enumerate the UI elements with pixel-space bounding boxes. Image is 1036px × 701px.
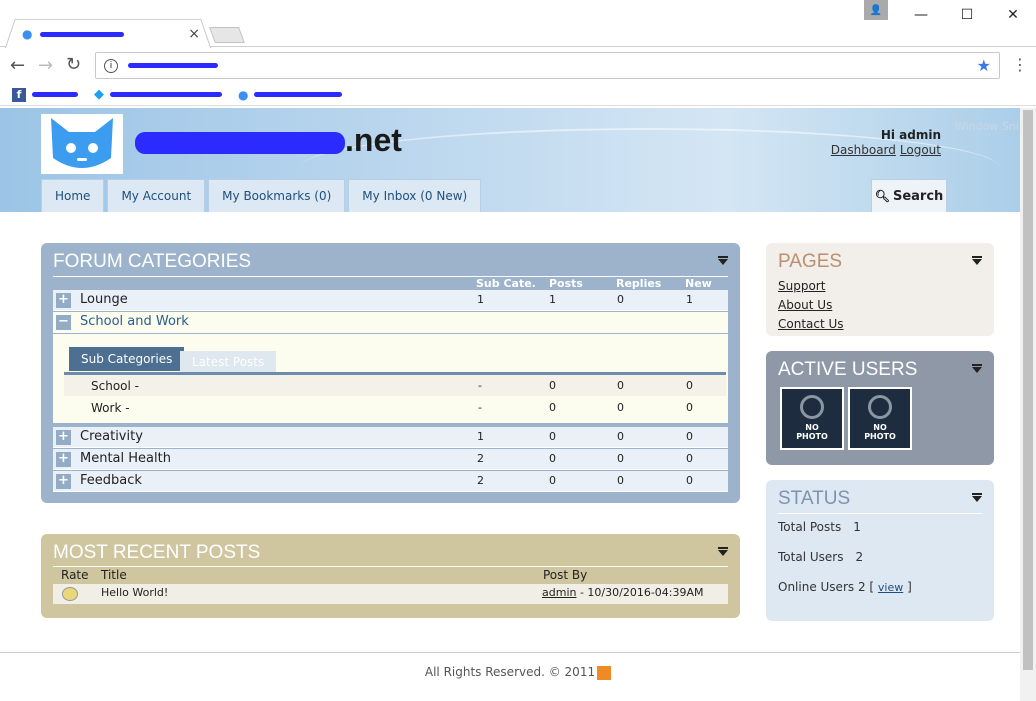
subcategory-row[interactable]: School --000 [64,375,726,396]
expand-icon[interactable]: + [56,452,71,467]
collapse-icon[interactable] [972,493,982,502]
main-nav: Home My Account My Bookmarks (0) My Inbo… [41,179,482,212]
star-icon[interactable]: ★ [977,56,991,75]
dashboard-link[interactable]: Dashboard [831,143,896,157]
cat-logo-icon [51,118,113,168]
forward-icon[interactable]: → [38,55,53,76]
forum-header-row: Sub Cate. Posts Replies New [53,276,728,290]
recent-posts-panel: MOST RECENT POSTS Rate Title Post By Hello… [41,534,740,618]
collapse-icon[interactable] [972,364,982,373]
about-us-link[interactable]: About Us [778,296,994,315]
search-tab[interactable]: 🔍︎ Search [871,179,947,212]
menu-icon[interactable]: ⋮ [1012,55,1028,74]
user-avatar[interactable]: NO PHOTO [780,387,844,450]
copyright-text: All Rights Reserved. © 2011 [424,665,596,679]
tab-home[interactable]: Home [41,179,105,212]
bookmarks-bar: f ◆ ● [0,84,1036,106]
subcategory-row[interactable]: Work --000 [64,397,726,418]
tab-my-bookmarks[interactable]: My Bookmarks (0) [208,179,346,212]
forum-title: FORUM CATEGORIES [53,251,252,272]
pages-title: PAGES [778,251,843,272]
cat-favicon-icon: ● [22,27,33,41]
collapse-icon[interactable] [972,256,982,265]
recent-title: MOST RECENT POSTS [53,542,261,563]
tab-close-icon[interactable]: × [188,26,200,42]
category-row-lounge[interactable]: + Lounge 1101 [53,290,728,311]
tab-title [40,31,125,37]
search-icon: 🔍︎ [874,189,890,203]
category-row-creativity[interactable]: + Creativity 1000 [53,427,728,448]
collapse-icon[interactable] [718,256,728,265]
collapse-icon[interactable] [718,547,728,556]
back-icon[interactable]: ← [10,55,25,76]
category-row-school-work[interactable]: − School and Work [53,312,728,333]
expand-icon[interactable]: + [56,293,71,308]
tab-my-account[interactable]: My Account [107,179,206,212]
view-online-link[interactable]: view [878,581,903,594]
close-button[interactable]: ✕ [990,0,1036,30]
footer: All Rights Reserved. © 2011 [0,652,1036,701]
no-photo-icon [868,395,892,419]
post-date: - 10/30/2016-04:39AM [576,586,704,599]
online-users: Online Users 2 [ view ] [778,580,912,594]
greeting: Hi admin [880,128,941,142]
user-box: Hi admin Dashboard Logout [827,128,941,158]
cat-favicon-icon: ● [238,87,249,102]
new-tab-button[interactable] [209,27,245,43]
recent-post-row[interactable]: Hello World! admin - 10/30/2016-04:39AM [53,584,728,604]
browser-titlebar: ● × 👤 — ☐ ✕ [0,0,1036,49]
tab-sub-categories[interactable]: Sub Categories [69,347,185,371]
url-text [128,63,218,68]
info-icon: i [104,58,118,73]
reload-icon[interactable]: ↻ [66,54,81,75]
site-logo[interactable] [41,114,123,174]
rating-icon [62,587,78,601]
contact-us-link[interactable]: Contact Us [778,315,994,334]
tab-my-inbox[interactable]: My Inbox (0 New) [348,179,482,212]
expand-icon[interactable]: + [56,430,71,445]
total-users: Total Users 2 [778,550,864,564]
expand-icon[interactable]: + [56,474,71,489]
bookmark-facebook[interactable]: f [12,87,78,102]
collapse-row-icon[interactable]: − [56,315,71,330]
twitter-icon: ◆ [94,87,104,102]
category-row-feedback[interactable]: + Feedback 2000 [53,471,728,492]
total-posts: Total Posts 1 [778,520,861,534]
post-author-link[interactable]: admin [542,586,576,599]
bookmark-site[interactable]: ● [238,87,343,102]
user-icon[interactable]: 👤 [864,0,888,20]
scrollbar[interactable] [1020,108,1036,701]
active-users-panel: ACTIVE USERS NO PHOTO NO PHOTO [766,351,994,465]
site-title: .net [135,122,402,159]
status-title: STATUS [778,488,851,509]
support-link[interactable]: Support [778,277,994,296]
status-panel: STATUS Total Posts 1 Total Users 2 Online … [766,480,994,621]
minimize-button[interactable]: — [898,0,944,30]
active-users-title: ACTIVE USERS [778,359,918,380]
tab-latest-posts[interactable]: Latest Posts [180,351,277,372]
address-bar[interactable]: i ★ [95,52,1000,79]
window-snip-text: Window Sni [955,120,1019,133]
maximize-button[interactable]: ☐ [944,0,990,30]
user-avatar[interactable]: NO PHOTO [848,387,912,450]
browser-tab-content[interactable]: ● × [20,22,200,46]
browser-toolbar: ← → ↻ i ★ ⋮ [0,48,1036,84]
category-row-mental-health[interactable]: + Mental Health 2000 [53,449,728,470]
pages-panel: PAGES Support About Us Contact Us [766,243,994,336]
post-title[interactable]: Hello World! [101,586,168,599]
no-photo-icon [800,395,824,419]
rss-icon[interactable] [597,665,612,680]
facebook-icon: f [12,87,26,102]
bookmark-twitter[interactable]: ◆ [94,87,222,102]
logout-link[interactable]: Logout [900,143,941,157]
